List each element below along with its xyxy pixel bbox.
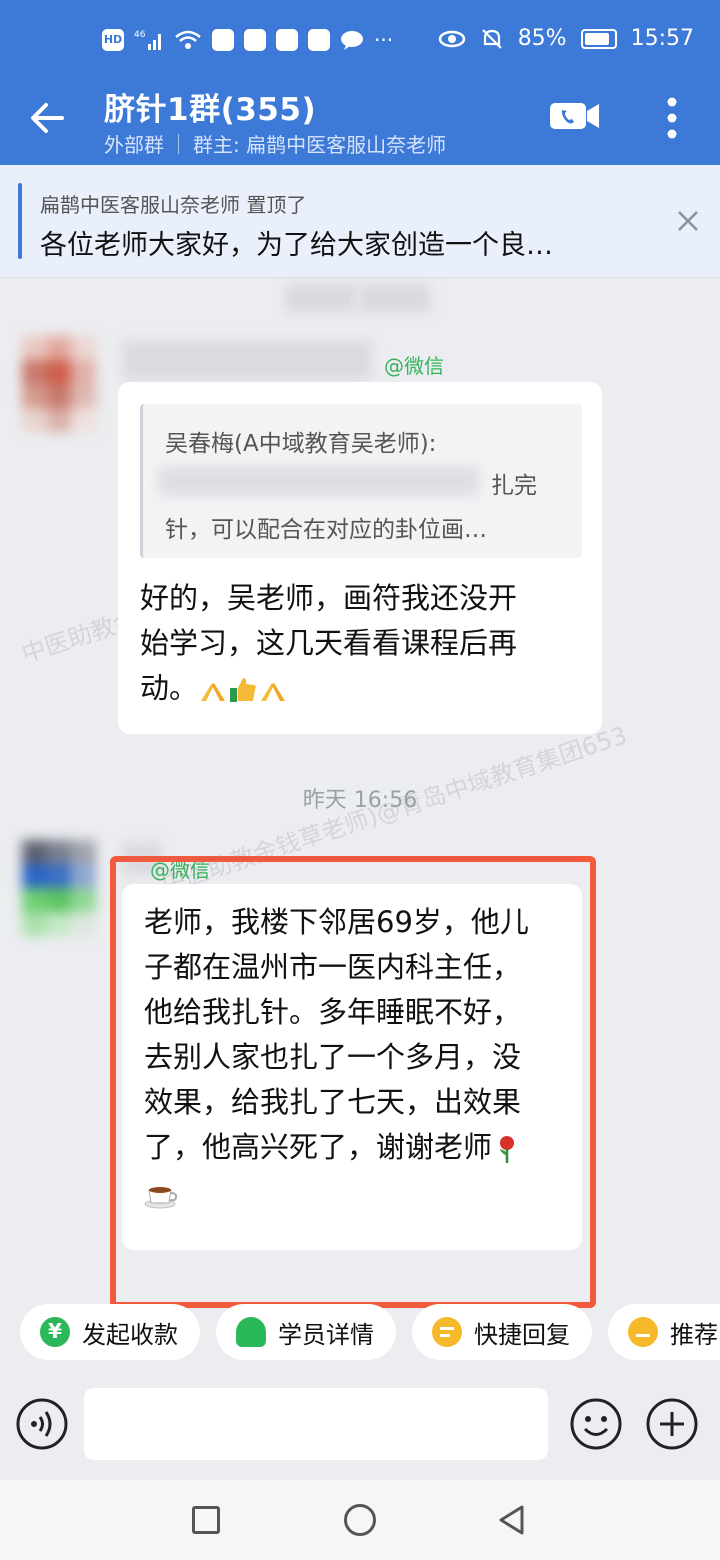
chat-subtitle: 外部群 群主: 扁鹊中医客服山奈老师 xyxy=(104,129,446,158)
signal-label: 46 xyxy=(134,30,146,40)
battery-percent: 85% xyxy=(517,26,567,51)
quick-action-payment[interactable]: ¥ 发起收款 xyxy=(20,1304,200,1360)
thumbs-up-icon xyxy=(230,678,256,702)
add-attachment-icon[interactable] xyxy=(646,1398,698,1450)
quoted-author: 吴春梅(A中域教育吴老师): xyxy=(165,431,437,457)
status-bar: HD 46 ··· 85% 15:57 xyxy=(0,22,720,62)
quick-action-quick-reply[interactable]: 快捷回复 xyxy=(412,1304,592,1360)
quick-action-student-details[interactable]: 学员详情 xyxy=(216,1304,396,1360)
wifi-icon xyxy=(175,30,201,49)
battery-fill xyxy=(584,32,609,45)
avatar[interactable] xyxy=(22,336,96,432)
quick-actions-bar: ¥ 发起收款 学员详情 快捷回复 推荐 xyxy=(0,1304,720,1370)
group-type-label: 外部群 xyxy=(104,133,164,157)
app-notification-icon xyxy=(212,29,234,51)
quoted-text-line: 扎完 xyxy=(491,473,537,499)
close-icon[interactable] xyxy=(676,209,700,233)
quoted-message[interactable]: 吴春梅(A中域教育吴老师): 扎完 针，可以配合在对应的卦位画… xyxy=(140,404,582,558)
calendar-notification-icon xyxy=(308,29,330,51)
more-options-icon[interactable] xyxy=(660,96,684,140)
blurred-name xyxy=(286,284,356,312)
system-back-icon[interactable] xyxy=(496,1504,528,1536)
cell-signal-icon: 46 xyxy=(134,30,161,50)
back-arrow-icon[interactable] xyxy=(26,96,70,140)
highlight-frame xyxy=(110,856,596,1308)
pinned-message-banner[interactable]: 扁鹊中医客服山奈老师 置顶了 各位老师大家好，为了给大家创造一个良… xyxy=(0,165,720,278)
eye-icon xyxy=(438,30,465,47)
quick-action-recommend[interactable]: 推荐 xyxy=(608,1304,720,1360)
title-bar: HD 46 ··· 85% 15:57 脐针1群(355) 外部群 群主: 扁鹊… xyxy=(0,0,720,165)
quick-action-label: 学员详情 xyxy=(278,1320,374,1349)
more-notifications-icon: ··· xyxy=(374,28,394,52)
subtitle-divider xyxy=(178,133,179,154)
voice-input-icon[interactable] xyxy=(16,1398,68,1450)
chat-title: 脐针1群(355) xyxy=(104,92,317,128)
message-input[interactable] xyxy=(84,1388,548,1460)
emoji-picker-icon[interactable] xyxy=(570,1398,622,1450)
message-line-with-emoji: 动。 xyxy=(140,666,517,711)
system-nav-bar xyxy=(0,1480,720,1560)
pinned-text: 各位老师大家好，为了给大家创造一个良… xyxy=(40,230,553,261)
student-icon xyxy=(236,1317,266,1347)
video-call-icon[interactable] xyxy=(549,100,601,132)
blurred-name xyxy=(360,284,430,312)
input-bar xyxy=(0,1376,720,1476)
pinned-accent-bar xyxy=(18,183,22,259)
mute-bell-icon xyxy=(481,28,502,49)
message-text: 好的，吴老师，画符我还没开 始学习，这几天看看课程后再 动。 xyxy=(140,576,517,711)
bulb-notification-icon xyxy=(244,29,266,51)
folded-hands-icon xyxy=(261,683,286,701)
clock: 15:57 xyxy=(630,26,694,51)
quick-action-label: 发起收款 xyxy=(82,1320,178,1349)
quoted-text-line: 针，可以配合在对应的卦位画… xyxy=(165,517,487,543)
payment-icon: ¥ xyxy=(40,1317,70,1347)
battery-icon xyxy=(580,28,617,49)
blurred-sender-name xyxy=(122,340,372,380)
hd-badge: HD xyxy=(102,29,124,51)
sender-source-label: @微信 xyxy=(384,354,444,378)
message-line: 好的，吴老师，画符我还没开 xyxy=(140,581,518,615)
message-timestamp: 昨天 16:56 xyxy=(302,788,418,813)
pinned-from: 扁鹊中医客服山奈老师 置顶了 xyxy=(40,193,307,217)
message-line: 动。 xyxy=(140,671,199,705)
search-notification-icon xyxy=(276,29,298,51)
quick-action-label: 快捷回复 xyxy=(474,1320,570,1349)
quick-action-label: 推荐 xyxy=(670,1320,718,1349)
recommend-icon xyxy=(628,1317,658,1347)
avatar[interactable] xyxy=(22,840,96,936)
message-notification-icon xyxy=(341,31,363,50)
quick-reply-icon xyxy=(432,1317,462,1347)
recent-apps-icon[interactable] xyxy=(192,1506,220,1534)
folded-hands-icon xyxy=(201,683,226,701)
message-line: 始学习，这几天看看课程后再 xyxy=(140,626,518,660)
group-owner-label: 群主: 扁鹊中医客服山奈老师 xyxy=(193,133,447,157)
blurred-quote-text xyxy=(159,466,479,496)
home-icon[interactable] xyxy=(344,1504,376,1536)
